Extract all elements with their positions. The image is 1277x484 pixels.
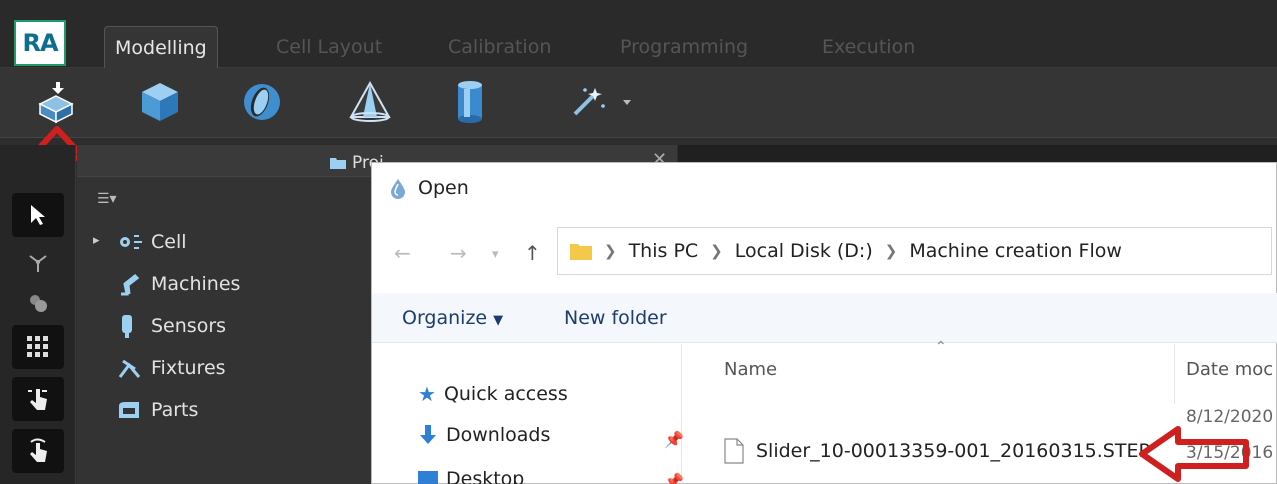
tab-execution[interactable]: Execution — [812, 26, 925, 68]
expand-chevron-icon[interactable]: ▸ — [93, 233, 100, 248]
sort-caret-icon: ⌃ — [935, 339, 947, 355]
folder-icon — [570, 244, 592, 260]
cell-icon — [117, 232, 151, 252]
desktop-icon — [418, 471, 438, 484]
grid-icon[interactable] — [12, 325, 64, 369]
frame-tool-icon[interactable] — [12, 241, 64, 285]
breadcrumb-separator-icon: ❯ — [884, 242, 898, 260]
tree-item-label: Fixtures — [151, 357, 226, 379]
file-name: Slider_10-00013359-001_20160315.STEP — [756, 440, 1150, 462]
address-bar[interactable]: ❯ This PC ❯ Local Disk (D:) ❯ Machine cr… — [557, 227, 1272, 275]
robot-arm-icon — [117, 272, 151, 296]
ribbon-tab-bar: RA Modelling Cell Layout Calibration Pro… — [0, 0, 1277, 68]
breadcrumb-this-pc[interactable]: This PC — [629, 240, 699, 262]
breadcrumb-separator-icon: ❯ — [604, 242, 617, 260]
tree-item-label: Sensors — [151, 315, 227, 337]
pin-icon[interactable]: 📌 — [664, 472, 684, 484]
chevron-down-icon: ▼ — [493, 313, 504, 328]
breadcrumb-machine-creation-flow[interactable]: Machine creation Flow — [909, 240, 1122, 262]
pin-icon[interactable]: 📌 — [664, 430, 684, 449]
tree-item-sensors[interactable]: Sensors — [117, 311, 226, 341]
import-model-icon[interactable] — [32, 78, 80, 126]
annotation-arrow-left — [1139, 426, 1249, 482]
breadcrumb-local-disk[interactable]: Local Disk (D:) — [735, 240, 873, 262]
select-pointer-icon[interactable] — [12, 193, 64, 237]
file-icon — [724, 438, 744, 464]
breadcrumb-separator-icon: ❯ — [710, 242, 723, 260]
sensor-icon — [117, 313, 151, 339]
cone-icon[interactable] — [346, 78, 394, 126]
sphere-icon[interactable] — [238, 78, 286, 126]
tree-item-label: Cell — [151, 231, 187, 253]
file-row[interactable]: Slider_10-00013359-001_20160315.STEP — [724, 438, 1150, 464]
star-icon: ★ — [418, 382, 436, 406]
organize-button[interactable]: Organize ▼ — [402, 307, 503, 329]
tab-programming[interactable]: Programming — [610, 26, 758, 68]
up-arrow-icon[interactable]: ↑ — [524, 241, 541, 265]
back-arrow-icon[interactable]: ← — [394, 241, 411, 265]
cylinder-icon[interactable] — [446, 78, 494, 126]
command-bar: Organize ▼ New folder — [372, 293, 1277, 343]
panel-menu-button[interactable]: ☰▾ — [97, 191, 117, 207]
modelling-toolbar — [0, 68, 1277, 138]
box-icon[interactable] — [136, 78, 184, 126]
tab-calibration[interactable]: Calibration — [438, 26, 561, 68]
column-divider[interactable] — [1174, 344, 1175, 404]
tree-item-machines[interactable]: Machines — [117, 269, 240, 299]
app-logo: RA — [14, 20, 66, 66]
touch-point-icon[interactable] — [12, 377, 64, 421]
tree-item-label: Machines — [151, 273, 241, 295]
folder-icon — [330, 158, 346, 169]
recent-dropdown-icon[interactable]: ▾ — [492, 247, 499, 262]
magic-wand-icon[interactable] — [560, 78, 640, 126]
robot-jog-icon[interactable] — [12, 281, 64, 325]
tab-modelling[interactable]: Modelling — [104, 26, 218, 68]
forward-arrow-icon[interactable]: → — [450, 241, 467, 265]
tree-item-cell[interactable]: Cell — [117, 227, 187, 257]
download-arrow-icon — [420, 425, 436, 444]
left-tool-strip — [0, 145, 76, 484]
touch-path-icon[interactable] — [12, 429, 64, 473]
tree-item-parts[interactable]: Parts — [117, 395, 198, 425]
tree-item-label: Parts — [151, 399, 199, 421]
tree-item-fixtures[interactable]: Fixtures — [117, 353, 226, 383]
nav-desktop[interactable]: Desktop — [418, 468, 524, 484]
new-folder-button[interactable]: New folder — [564, 307, 667, 329]
dialog-title: Open — [388, 177, 469, 199]
part-icon — [117, 400, 151, 420]
nav-quick-access[interactable]: ★ Quick access — [418, 382, 568, 406]
app-drop-icon — [391, 179, 405, 199]
navigation-pane: ★ Quick access Downloads 📌 Desktop 📌 — [372, 344, 684, 484]
app-window: RA Modelling Cell Layout Calibration Pro… — [0, 0, 1277, 484]
tab-cell-layout[interactable]: Cell Layout — [266, 26, 392, 68]
nav-downloads[interactable]: Downloads — [418, 424, 550, 446]
column-header-name[interactable]: Name — [724, 359, 777, 380]
column-header-date-modified[interactable]: Date moc — [1186, 359, 1273, 380]
fixture-icon — [117, 357, 151, 379]
